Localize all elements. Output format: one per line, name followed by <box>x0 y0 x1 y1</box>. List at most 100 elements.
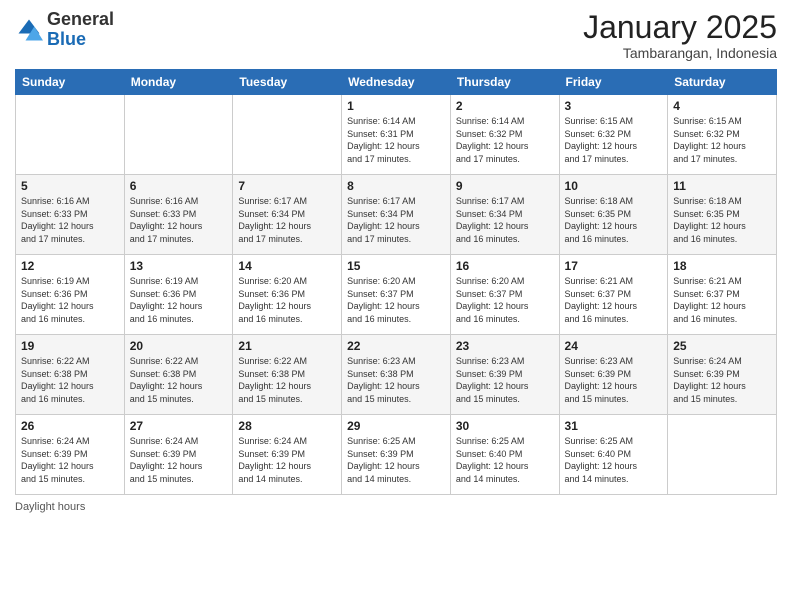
calendar-header-row: SundayMondayTuesdayWednesdayThursdayFrid… <box>16 70 777 95</box>
day-number: 17 <box>565 259 663 273</box>
day-number: 2 <box>456 99 554 113</box>
logo-text: General Blue <box>47 10 114 50</box>
day-number: 16 <box>456 259 554 273</box>
day-number: 26 <box>21 419 119 433</box>
calendar-cell: 17 Sunrise: 6:21 AM Sunset: 6:37 PM Dayli… <box>559 255 668 335</box>
day-number: 24 <box>565 339 663 353</box>
day-number: 23 <box>456 339 554 353</box>
calendar-cell: 9Sunrise: 6:17 AM Sunset: 6:34 PM Daylig… <box>450 175 559 255</box>
calendar-cell: 19Sunrise: 6:22 AM Sunset: 6:38 PM Dayli… <box>16 335 125 415</box>
day-number: 1 <box>347 99 445 113</box>
calendar-cell: 2 Sunrise: 6:14 AM Sunset: 6:32 PM Daylig… <box>450 95 559 175</box>
day-info: Sunrise: 6:21 AM Sunset: 6:37 PM Dayligh… <box>673 275 771 325</box>
day-info: Sunrise: 6:19 AM Sunset: 6:36 PM Dayligh… <box>130 275 228 325</box>
calendar-cell: 30 Sunrise: 6:25 AM Sunset: 6:40 PM Dayli… <box>450 415 559 495</box>
calendar-cell: 26 Sunrise: 6:24 AM Sunset: 6:39 PM Dayli… <box>16 415 125 495</box>
day-info: Sunrise: 6:22 AM Sunset: 6:38 PM Dayligh… <box>238 355 336 405</box>
day-number: 14 <box>238 259 336 273</box>
month-title: January 2025 <box>583 10 777 45</box>
logo-blue: Blue <box>47 29 86 49</box>
day-info: Sunrise: 6:25 AM Sunset: 6:40 PM Dayligh… <box>456 435 554 485</box>
calendar-cell: 12 Sunrise: 6:19 AM Sunset: 6:36 PM Dayli… <box>16 255 125 335</box>
day-info: Sunrise: 6:16 AM Sunset: 6:33 PM Dayligh… <box>130 195 228 245</box>
day-number: 30 <box>456 419 554 433</box>
day-info: Sunrise: 6:18 AM Sunset: 6:35 PM Dayligh… <box>673 195 771 245</box>
day-info: Sunrise: 6:18 AM Sunset: 6:35 PM Dayligh… <box>565 195 663 245</box>
calendar-cell: 25Sunrise: 6:24 AM Sunset: 6:39 PM Dayli… <box>668 335 777 415</box>
day-info: Sunrise: 6:16 AM Sunset: 6:33 PM Dayligh… <box>21 195 119 245</box>
day-number: 7 <box>238 179 336 193</box>
day-number: 15 <box>347 259 445 273</box>
day-info: Sunrise: 6:15 AM Sunset: 6:32 PM Dayligh… <box>673 115 771 165</box>
day-info: Sunrise: 6:14 AM Sunset: 6:32 PM Dayligh… <box>456 115 554 165</box>
day-number: 22 <box>347 339 445 353</box>
day-number: 19 <box>21 339 119 353</box>
calendar-cell <box>668 415 777 495</box>
day-info: Sunrise: 6:14 AM Sunset: 6:31 PM Dayligh… <box>347 115 445 165</box>
calendar-cell: 3 Sunrise: 6:15 AM Sunset: 6:32 PM Daylig… <box>559 95 668 175</box>
logo-general: General <box>47 9 114 29</box>
calendar-cell: 1 Sunrise: 6:14 AM Sunset: 6:31 PM Daylig… <box>342 95 451 175</box>
calendar-cell <box>233 95 342 175</box>
calendar-header-saturday: Saturday <box>668 70 777 95</box>
day-info: Sunrise: 6:22 AM Sunset: 6:38 PM Dayligh… <box>130 355 228 405</box>
day-number: 25 <box>673 339 771 353</box>
day-number: 12 <box>21 259 119 273</box>
day-info: Sunrise: 6:23 AM Sunset: 6:39 PM Dayligh… <box>456 355 554 405</box>
calendar-cell: 6 Sunrise: 6:16 AM Sunset: 6:33 PM Daylig… <box>124 175 233 255</box>
day-number: 4 <box>673 99 771 113</box>
calendar-cell: 10 Sunrise: 6:18 AM Sunset: 6:35 PM Dayli… <box>559 175 668 255</box>
day-number: 11 <box>673 179 771 193</box>
calendar-cell <box>16 95 125 175</box>
title-block: January 2025 Tambarangan, Indonesia <box>583 10 777 61</box>
calendar-cell: 4 Sunrise: 6:15 AM Sunset: 6:32 PM Daylig… <box>668 95 777 175</box>
day-info: Sunrise: 6:20 AM Sunset: 6:37 PM Dayligh… <box>456 275 554 325</box>
calendar-cell <box>124 95 233 175</box>
day-info: Sunrise: 6:17 AM Sunset: 6:34 PM Dayligh… <box>347 195 445 245</box>
day-info: Sunrise: 6:15 AM Sunset: 6:32 PM Dayligh… <box>565 115 663 165</box>
day-number: 9 <box>456 179 554 193</box>
day-info: Sunrise: 6:19 AM Sunset: 6:36 PM Dayligh… <box>21 275 119 325</box>
calendar-week-4: 19 Sunrise: 6:22 AM Sunset: 6:38 PM Dayli… <box>16 335 777 415</box>
calendar-week-2: 5 Sunrise: 6:16 AM Sunset: 6:33 PM Daylig… <box>16 175 777 255</box>
calendar-cell: 22Sunrise: 6:23 AM Sunset: 6:38 PM Dayli… <box>342 335 451 415</box>
page: General Blue January 2025 Tambarangan, I… <box>0 0 792 612</box>
calendar-header-monday: Monday <box>124 70 233 95</box>
calendar-cell: 7Sunrise: 6:17 AM Sunset: 6:34 PM Daylig… <box>233 175 342 255</box>
calendar-header-tuesday: Tuesday <box>233 70 342 95</box>
day-number: 18 <box>673 259 771 273</box>
calendar-cell: 15Sunrise: 6:20 AM Sunset: 6:37 PM Dayli… <box>342 255 451 335</box>
daylight-label: Daylight hours <box>15 501 85 513</box>
footer: Daylight hours <box>15 501 777 513</box>
calendar-cell: 13 Sunrise: 6:19 AM Sunset: 6:36 PM Dayli… <box>124 255 233 335</box>
calendar-cell: 23 Sunrise: 6:23 AM Sunset: 6:39 PM Dayli… <box>450 335 559 415</box>
calendar-header-friday: Friday <box>559 70 668 95</box>
calendar-week-3: 12 Sunrise: 6:19 AM Sunset: 6:36 PM Dayli… <box>16 255 777 335</box>
header: General Blue January 2025 Tambarangan, I… <box>15 10 777 61</box>
day-number: 28 <box>238 419 336 433</box>
calendar-week-1: 1 Sunrise: 6:14 AM Sunset: 6:31 PM Daylig… <box>16 95 777 175</box>
day-info: Sunrise: 6:24 AM Sunset: 6:39 PM Dayligh… <box>130 435 228 485</box>
day-info: Sunrise: 6:21 AM Sunset: 6:37 PM Dayligh… <box>565 275 663 325</box>
day-number: 5 <box>21 179 119 193</box>
calendar-cell: 8Sunrise: 6:17 AM Sunset: 6:34 PM Daylig… <box>342 175 451 255</box>
day-number: 3 <box>565 99 663 113</box>
day-number: 10 <box>565 179 663 193</box>
calendar-cell: 31Sunrise: 6:25 AM Sunset: 6:40 PM Dayli… <box>559 415 668 495</box>
calendar-cell: 20Sunrise: 6:22 AM Sunset: 6:38 PM Dayli… <box>124 335 233 415</box>
day-number: 6 <box>130 179 228 193</box>
calendar-week-5: 26 Sunrise: 6:24 AM Sunset: 6:39 PM Dayli… <box>16 415 777 495</box>
day-number: 31 <box>565 419 663 433</box>
logo: General Blue <box>15 10 114 50</box>
subtitle: Tambarangan, Indonesia <box>583 45 777 61</box>
logo-icon <box>15 16 43 44</box>
calendar-cell: 14Sunrise: 6:20 AM Sunset: 6:36 PM Dayli… <box>233 255 342 335</box>
day-number: 27 <box>130 419 228 433</box>
day-number: 13 <box>130 259 228 273</box>
day-info: Sunrise: 6:24 AM Sunset: 6:39 PM Dayligh… <box>238 435 336 485</box>
calendar-cell: 27 Sunrise: 6:24 AM Sunset: 6:39 PM Dayli… <box>124 415 233 495</box>
day-number: 29 <box>347 419 445 433</box>
day-info: Sunrise: 6:25 AM Sunset: 6:39 PM Dayligh… <box>347 435 445 485</box>
day-info: Sunrise: 6:24 AM Sunset: 6:39 PM Dayligh… <box>21 435 119 485</box>
day-number: 21 <box>238 339 336 353</box>
